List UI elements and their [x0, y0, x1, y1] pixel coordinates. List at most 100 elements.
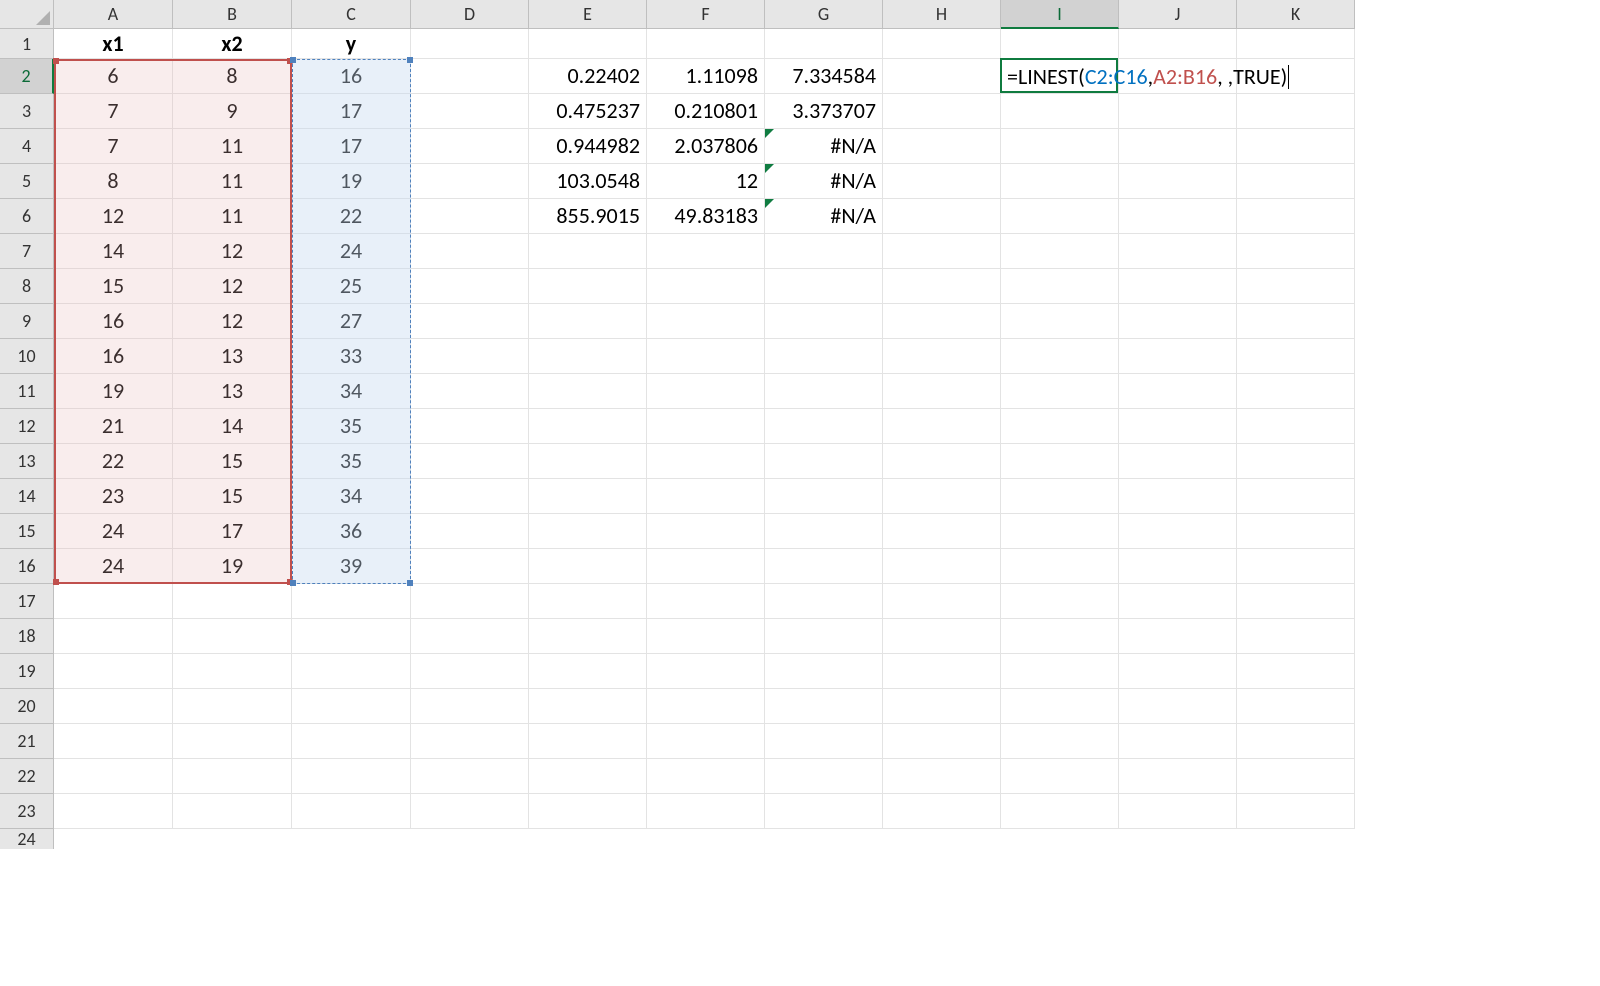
cell-H15[interactable]	[883, 514, 1001, 549]
cell-K19[interactable]	[1237, 654, 1355, 689]
cell-K23[interactable]	[1237, 794, 1355, 829]
cell-E3[interactable]: 0.475237	[529, 94, 647, 129]
column-header-K[interactable]: K	[1237, 0, 1355, 29]
cell-B19[interactable]	[173, 654, 292, 689]
column-header-J[interactable]: J	[1119, 0, 1237, 29]
cell-B18[interactable]	[173, 619, 292, 654]
cell-F9[interactable]	[647, 304, 765, 339]
column-header-G[interactable]: G	[765, 0, 883, 29]
cell-I13[interactable]	[1001, 444, 1119, 479]
cell-B8[interactable]: 12	[173, 269, 292, 304]
cell-H13[interactable]	[883, 444, 1001, 479]
cell-D23[interactable]	[411, 794, 529, 829]
cell-J6[interactable]	[1119, 199, 1237, 234]
cell-E22[interactable]	[529, 759, 647, 794]
cell-K3[interactable]	[1237, 94, 1355, 129]
cell-I16[interactable]	[1001, 549, 1119, 584]
cell-J14[interactable]	[1119, 479, 1237, 514]
cell-D11[interactable]	[411, 374, 529, 409]
cell-G22[interactable]	[765, 759, 883, 794]
column-header-D[interactable]: D	[411, 0, 529, 29]
cell-I10[interactable]	[1001, 339, 1119, 374]
cell-C17[interactable]	[292, 584, 411, 619]
row-header-14[interactable]: 14	[0, 479, 54, 514]
column-header-A[interactable]: A	[54, 0, 173, 29]
cell-J22[interactable]	[1119, 759, 1237, 794]
cell-C8[interactable]: 25	[292, 269, 411, 304]
cell-C21[interactable]	[292, 724, 411, 759]
cell-G8[interactable]	[765, 269, 883, 304]
cell-I12[interactable]	[1001, 409, 1119, 444]
row-header-18[interactable]: 18	[0, 619, 54, 654]
cell-H22[interactable]	[883, 759, 1001, 794]
cell-E4[interactable]: 0.944982	[529, 129, 647, 164]
cell-K18[interactable]	[1237, 619, 1355, 654]
cell-C9[interactable]: 27	[292, 304, 411, 339]
cell-B5[interactable]: 11	[173, 164, 292, 199]
cell-H10[interactable]	[883, 339, 1001, 374]
cell-G11[interactable]	[765, 374, 883, 409]
cell-K22[interactable]	[1237, 759, 1355, 794]
row-header-5[interactable]: 5	[0, 164, 54, 199]
cell-D12[interactable]	[411, 409, 529, 444]
cell-D15[interactable]	[411, 514, 529, 549]
cell-J20[interactable]	[1119, 689, 1237, 724]
cell-C10[interactable]: 33	[292, 339, 411, 374]
cell-E2[interactable]: 0.22402	[529, 59, 647, 94]
row-header-4[interactable]: 4	[0, 129, 54, 164]
cell-I8[interactable]	[1001, 269, 1119, 304]
cell-D22[interactable]	[411, 759, 529, 794]
cell-F2[interactable]: 1.11098	[647, 59, 765, 94]
cell-G20[interactable]	[765, 689, 883, 724]
cell-B16[interactable]: 19	[173, 549, 292, 584]
cell-C20[interactable]	[292, 689, 411, 724]
cell-D4[interactable]	[411, 129, 529, 164]
cell-I18[interactable]	[1001, 619, 1119, 654]
cell-B21[interactable]	[173, 724, 292, 759]
cell-A3[interactable]: 7	[54, 94, 173, 129]
column-header-F[interactable]: F	[647, 0, 765, 29]
cell-J3[interactable]	[1119, 94, 1237, 129]
cell-E1[interactable]	[529, 29, 647, 59]
cell-K13[interactable]	[1237, 444, 1355, 479]
cell-E17[interactable]	[529, 584, 647, 619]
cell-J10[interactable]	[1119, 339, 1237, 374]
cell-E10[interactable]	[529, 339, 647, 374]
cell-J4[interactable]	[1119, 129, 1237, 164]
cell-I15[interactable]	[1001, 514, 1119, 549]
cell-E21[interactable]	[529, 724, 647, 759]
row-header-8[interactable]: 8	[0, 269, 54, 304]
cell-G16[interactable]	[765, 549, 883, 584]
cell-G5[interactable]: #N/A	[765, 164, 883, 199]
cell-G2[interactable]: 7.334584	[765, 59, 883, 94]
select-all-corner[interactable]	[0, 0, 54, 29]
cell-G6[interactable]: #N/A	[765, 199, 883, 234]
cell-C7[interactable]: 24	[292, 234, 411, 269]
cell-A16[interactable]: 24	[54, 549, 173, 584]
cell-A7[interactable]: 14	[54, 234, 173, 269]
cell-G18[interactable]	[765, 619, 883, 654]
cell-J18[interactable]	[1119, 619, 1237, 654]
cell-K1[interactable]	[1237, 29, 1355, 59]
cell-E13[interactable]	[529, 444, 647, 479]
cell-F4[interactable]: 2.037806	[647, 129, 765, 164]
row-header-12[interactable]: 12	[0, 409, 54, 444]
cell-I5[interactable]	[1001, 164, 1119, 199]
cell-D7[interactable]	[411, 234, 529, 269]
cell-B7[interactable]: 12	[173, 234, 292, 269]
cell-H23[interactable]	[883, 794, 1001, 829]
row-header-13[interactable]: 13	[0, 444, 54, 479]
cell-G9[interactable]	[765, 304, 883, 339]
cell-I21[interactable]	[1001, 724, 1119, 759]
cell-C16[interactable]: 39	[292, 549, 411, 584]
cell-B9[interactable]: 12	[173, 304, 292, 339]
cell-C19[interactable]	[292, 654, 411, 689]
cell-H7[interactable]	[883, 234, 1001, 269]
cell-A9[interactable]: 16	[54, 304, 173, 339]
cell-I14[interactable]	[1001, 479, 1119, 514]
row-header-20[interactable]: 20	[0, 689, 54, 724]
cell-F5[interactable]: 12	[647, 164, 765, 199]
cell-G17[interactable]	[765, 584, 883, 619]
cell-G21[interactable]	[765, 724, 883, 759]
cell-G10[interactable]	[765, 339, 883, 374]
